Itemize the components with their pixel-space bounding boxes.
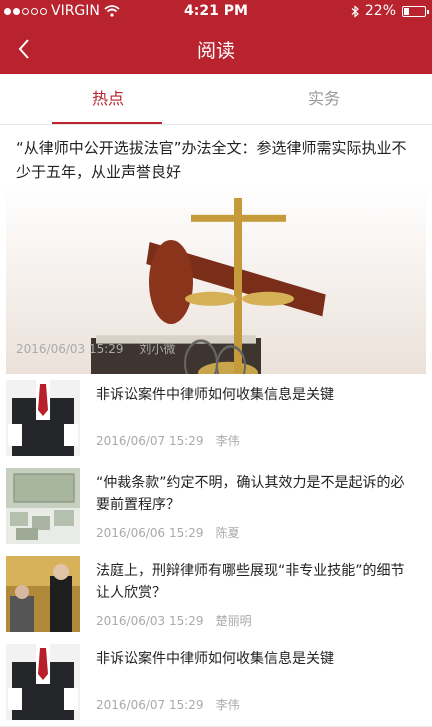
article-date: 2016/06/03 15:29	[96, 614, 204, 628]
status-right: 22%	[351, 3, 429, 19]
article-date: 2016/06/07 15:29	[96, 698, 204, 712]
featured-date: 2016/06/03 15:29	[16, 342, 124, 356]
article-meta: 2016/06/07 15:29 李伟	[96, 432, 240, 449]
article-date: 2016/06/07 15:29	[96, 434, 204, 448]
tab-hot[interactable]: 热点	[0, 74, 216, 124]
thumbnail-empty-pockets	[6, 644, 80, 720]
article-meta: 2016/06/06 15:29 陈夏	[96, 524, 240, 541]
featured-article[interactable]: “从律师中公开选拔法官”办法全文：参选律师需实际执业不少于五年，从业声誉良好 2…	[0, 124, 432, 394]
thumbnail-empty-pockets	[6, 380, 80, 456]
article-title: “仲裁条款”约定不明，确认其效力是不是起诉的必要前置程序？	[96, 475, 405, 513]
article-title: 法庭上，刑辩律师有哪些展现“非专业技能”的细节让人欣赏？	[96, 563, 405, 601]
app-header: VIRGIN 4:21 PM 22% 阅读	[0, 0, 432, 74]
featured-meta: 2016/06/03 15:29 刘小微	[16, 340, 175, 357]
featured-image-gavel-scales	[6, 184, 426, 394]
thumbnail-money-stacks	[6, 468, 80, 544]
nav-bar: 阅读	[0, 24, 432, 74]
status-bar: VIRGIN 4:21 PM 22%	[0, 0, 432, 24]
list-item[interactable]: 法庭上，刑辩律师有哪些展现“非专业技能”的细节让人欣赏？ 2016/06/03 …	[0, 550, 432, 639]
featured-author: 刘小微	[139, 342, 176, 356]
tab-bar: 热点 实务	[0, 74, 432, 125]
battery-percent: 22%	[364, 3, 396, 19]
thumbnail-courtroom	[6, 556, 80, 632]
page-title: 阅读	[196, 40, 235, 62]
article-title: 非诉讼案件中律师如何收集信息是关键	[96, 651, 334, 667]
article-author: 陈夏	[215, 526, 240, 540]
article-author: 楚丽明	[215, 614, 252, 628]
article-meta: 2016/06/03 15:29 楚丽明	[96, 612, 252, 629]
article-author: 李伟	[215, 434, 240, 448]
article-title: 非诉讼案件中律师如何收集信息是关键	[96, 387, 334, 403]
article-date: 2016/06/06 15:29	[96, 526, 204, 540]
tab-practice[interactable]: 实务	[216, 74, 432, 124]
battery-icon	[402, 5, 429, 17]
article-meta: 2016/06/07 15:29 李伟	[96, 696, 240, 713]
featured-title: “从律师中公开选拔法官”办法全文：参选律师需实际执业不少于五年，从业声誉良好	[16, 139, 407, 181]
list-item[interactable]: “仲裁条款”约定不明，确认其效力是不是起诉的必要前置程序？ 2016/06/06…	[0, 462, 432, 551]
list-item[interactable]: 非诉讼案件中律师如何收集信息是关键 2016/06/07 15:29 李伟	[0, 638, 432, 727]
list-item[interactable]: 非诉讼案件中律师如何收集信息是关键 2016/06/07 15:29 李伟	[0, 374, 432, 463]
article-author: 李伟	[215, 698, 240, 712]
bluetooth-icon	[351, 4, 359, 18]
